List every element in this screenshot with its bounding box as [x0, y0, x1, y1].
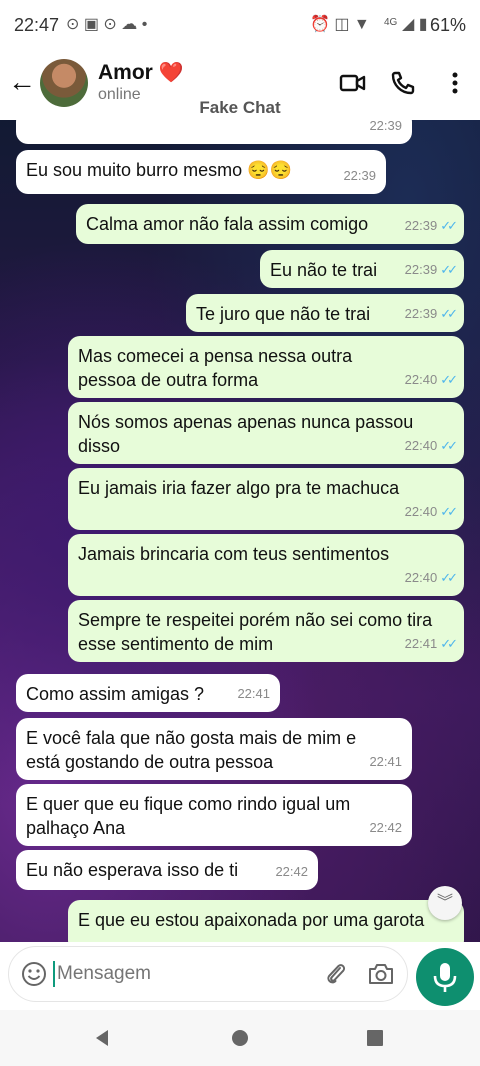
read-ticks-icon: ✓✓: [440, 636, 458, 651]
app-label: Fake Chat: [199, 98, 281, 117]
read-ticks-icon: ✓✓: [440, 372, 458, 387]
nav-home-icon[interactable]: [230, 1028, 250, 1048]
read-ticks-icon: ✓✓: [440, 438, 458, 453]
message-bubble[interactable]: Te juro que não te trai 22:39 ✓✓: [186, 294, 464, 332]
video-call-icon[interactable]: [338, 68, 368, 98]
mic-icon: [433, 963, 457, 992]
message-time: 22:41: [237, 686, 270, 701]
read-ticks-icon: ✓✓: [440, 504, 458, 519]
message-text: Como assim amigas ?: [26, 684, 205, 704]
message-input-box[interactable]: [8, 946, 408, 1002]
message-time: 22:41: [404, 636, 438, 651]
message-text: Eu sou muito burro mesmo 😔😔: [26, 160, 292, 180]
message-time: 22:39: [404, 262, 438, 277]
chat-area[interactable]: 22:39 Eu sou muito burro mesmo 😔😔 22:39 …: [0, 120, 480, 942]
mic-button[interactable]: [416, 948, 474, 1006]
alarm-icon: ⏰ ◫ ▼: [310, 16, 370, 33]
camera-icon[interactable]: [367, 961, 395, 987]
message-text: E que eu estou apaixonada por uma garota: [78, 910, 425, 930]
message-input[interactable]: [53, 961, 303, 987]
read-ticks-icon: ✓✓: [440, 262, 458, 277]
message-bubble[interactable]: E você fala que não gosta mais de mim e …: [16, 718, 412, 780]
message-text: Mas comecei a pensa nessa outra pessoa d…: [78, 346, 353, 390]
message-time: 22:40: [404, 372, 438, 387]
battery-percent: 61%: [429, 15, 466, 35]
signal-icon: ◢ ▮: [402, 16, 428, 33]
scroll-down-icon[interactable]: ︾: [428, 886, 462, 920]
chat-header: ← Amor ❤️ online Fake Chat: [0, 50, 480, 120]
message-bubble[interactable]: Eu jamais iria fazer algo pra te machuca…: [68, 468, 464, 530]
message-time: 22:42: [275, 864, 308, 879]
message-time: 22:39: [404, 306, 438, 321]
status-time: 22:47: [14, 15, 60, 35]
message-time: 22:39: [404, 218, 438, 233]
message-bubble[interactable]: E quer que eu fique como rindo igual um …: [16, 784, 412, 846]
system-nav-bar: [0, 1010, 480, 1066]
message-text: Calma amor não fala assim comigo: [86, 214, 369, 234]
phone-icon[interactable]: [388, 68, 418, 98]
message-text: Eu jamais iria fazer algo pra te machuca: [78, 478, 400, 498]
message-text: Te juro que não te trai: [196, 304, 371, 324]
read-ticks-icon: ✓✓: [440, 218, 458, 233]
message-text: Sempre te respeitei porém não sei como t…: [78, 610, 433, 654]
message-text: E quer que eu fique como rindo igual um …: [26, 794, 351, 838]
more-vert-icon[interactable]: [440, 68, 470, 98]
message-bubble[interactable]: Eu não esperava isso de ti 22:42: [16, 850, 318, 890]
contact-name[interactable]: Amor ❤️: [98, 60, 184, 85]
message-time: 22:40: [404, 438, 438, 453]
message-text: Nós somos apenas apenas nunca passou dis…: [78, 412, 414, 456]
message-time: 22:40: [404, 570, 438, 585]
attach-icon[interactable]: [323, 961, 349, 987]
nav-recents-icon[interactable]: [366, 1029, 384, 1047]
message-bubble[interactable]: Como assim amigas ? 22:41: [16, 674, 280, 712]
message-text: Jamais brincaria com teus sentimentos: [78, 544, 390, 564]
message-bubble[interactable]: Eu não te trai 22:39 ✓✓: [260, 250, 464, 288]
message-time: 22:39: [369, 120, 402, 133]
message-time: 22:41: [369, 754, 402, 769]
emoji-icon[interactable]: [21, 961, 47, 987]
back-arrow-icon[interactable]: ←: [8, 66, 36, 98]
message-time: 22:39: [343, 168, 376, 183]
message-bubble[interactable]: Mas comecei a pensa nessa outra pessoa d…: [68, 336, 464, 398]
message-text: Eu não esperava isso de ti: [26, 860, 239, 880]
read-ticks-icon: ✓✓: [440, 306, 458, 321]
read-ticks-icon: ✓✓: [440, 570, 458, 585]
input-bar: [0, 942, 480, 1010]
message-bubble[interactable]: Sempre te respeitei porém não sei como t…: [68, 600, 464, 662]
message-bubble[interactable]: Nós somos apenas apenas nunca passou dis…: [68, 402, 464, 464]
nav-back-icon[interactable]: [92, 1028, 112, 1048]
notification-icon: ⊙ ▣ ⊙ ☁ •: [66, 16, 148, 33]
heart-emoji: ❤️: [158, 62, 184, 84]
message-bubble[interactable]: 22:39: [16, 120, 412, 144]
message-bubble[interactable]: E que eu estou apaixonada por uma garota: [68, 900, 464, 942]
status-bar: 22:47 ⊙ ▣ ⊙ ☁ • ⏰ ◫ ▼ 4G ◢ ▮ 61%: [0, 0, 480, 50]
message-text: Eu não te trai: [270, 260, 378, 280]
message-bubble[interactable]: Jamais brincaria com teus sentimentos 22…: [68, 534, 464, 596]
message-bubble[interactable]: Calma amor não fala assim comigo 22:39 ✓✓: [76, 204, 464, 244]
network-label: 4G: [384, 17, 398, 28]
message-time: 22:42: [369, 820, 402, 835]
message-text: E você fala que não gosta mais de mim e …: [26, 728, 357, 772]
message-time: 22:40: [404, 504, 438, 519]
message-bubble[interactable]: Eu sou muito burro mesmo 😔😔 22:39: [16, 150, 386, 194]
contact-name-text: Amor: [98, 61, 153, 84]
